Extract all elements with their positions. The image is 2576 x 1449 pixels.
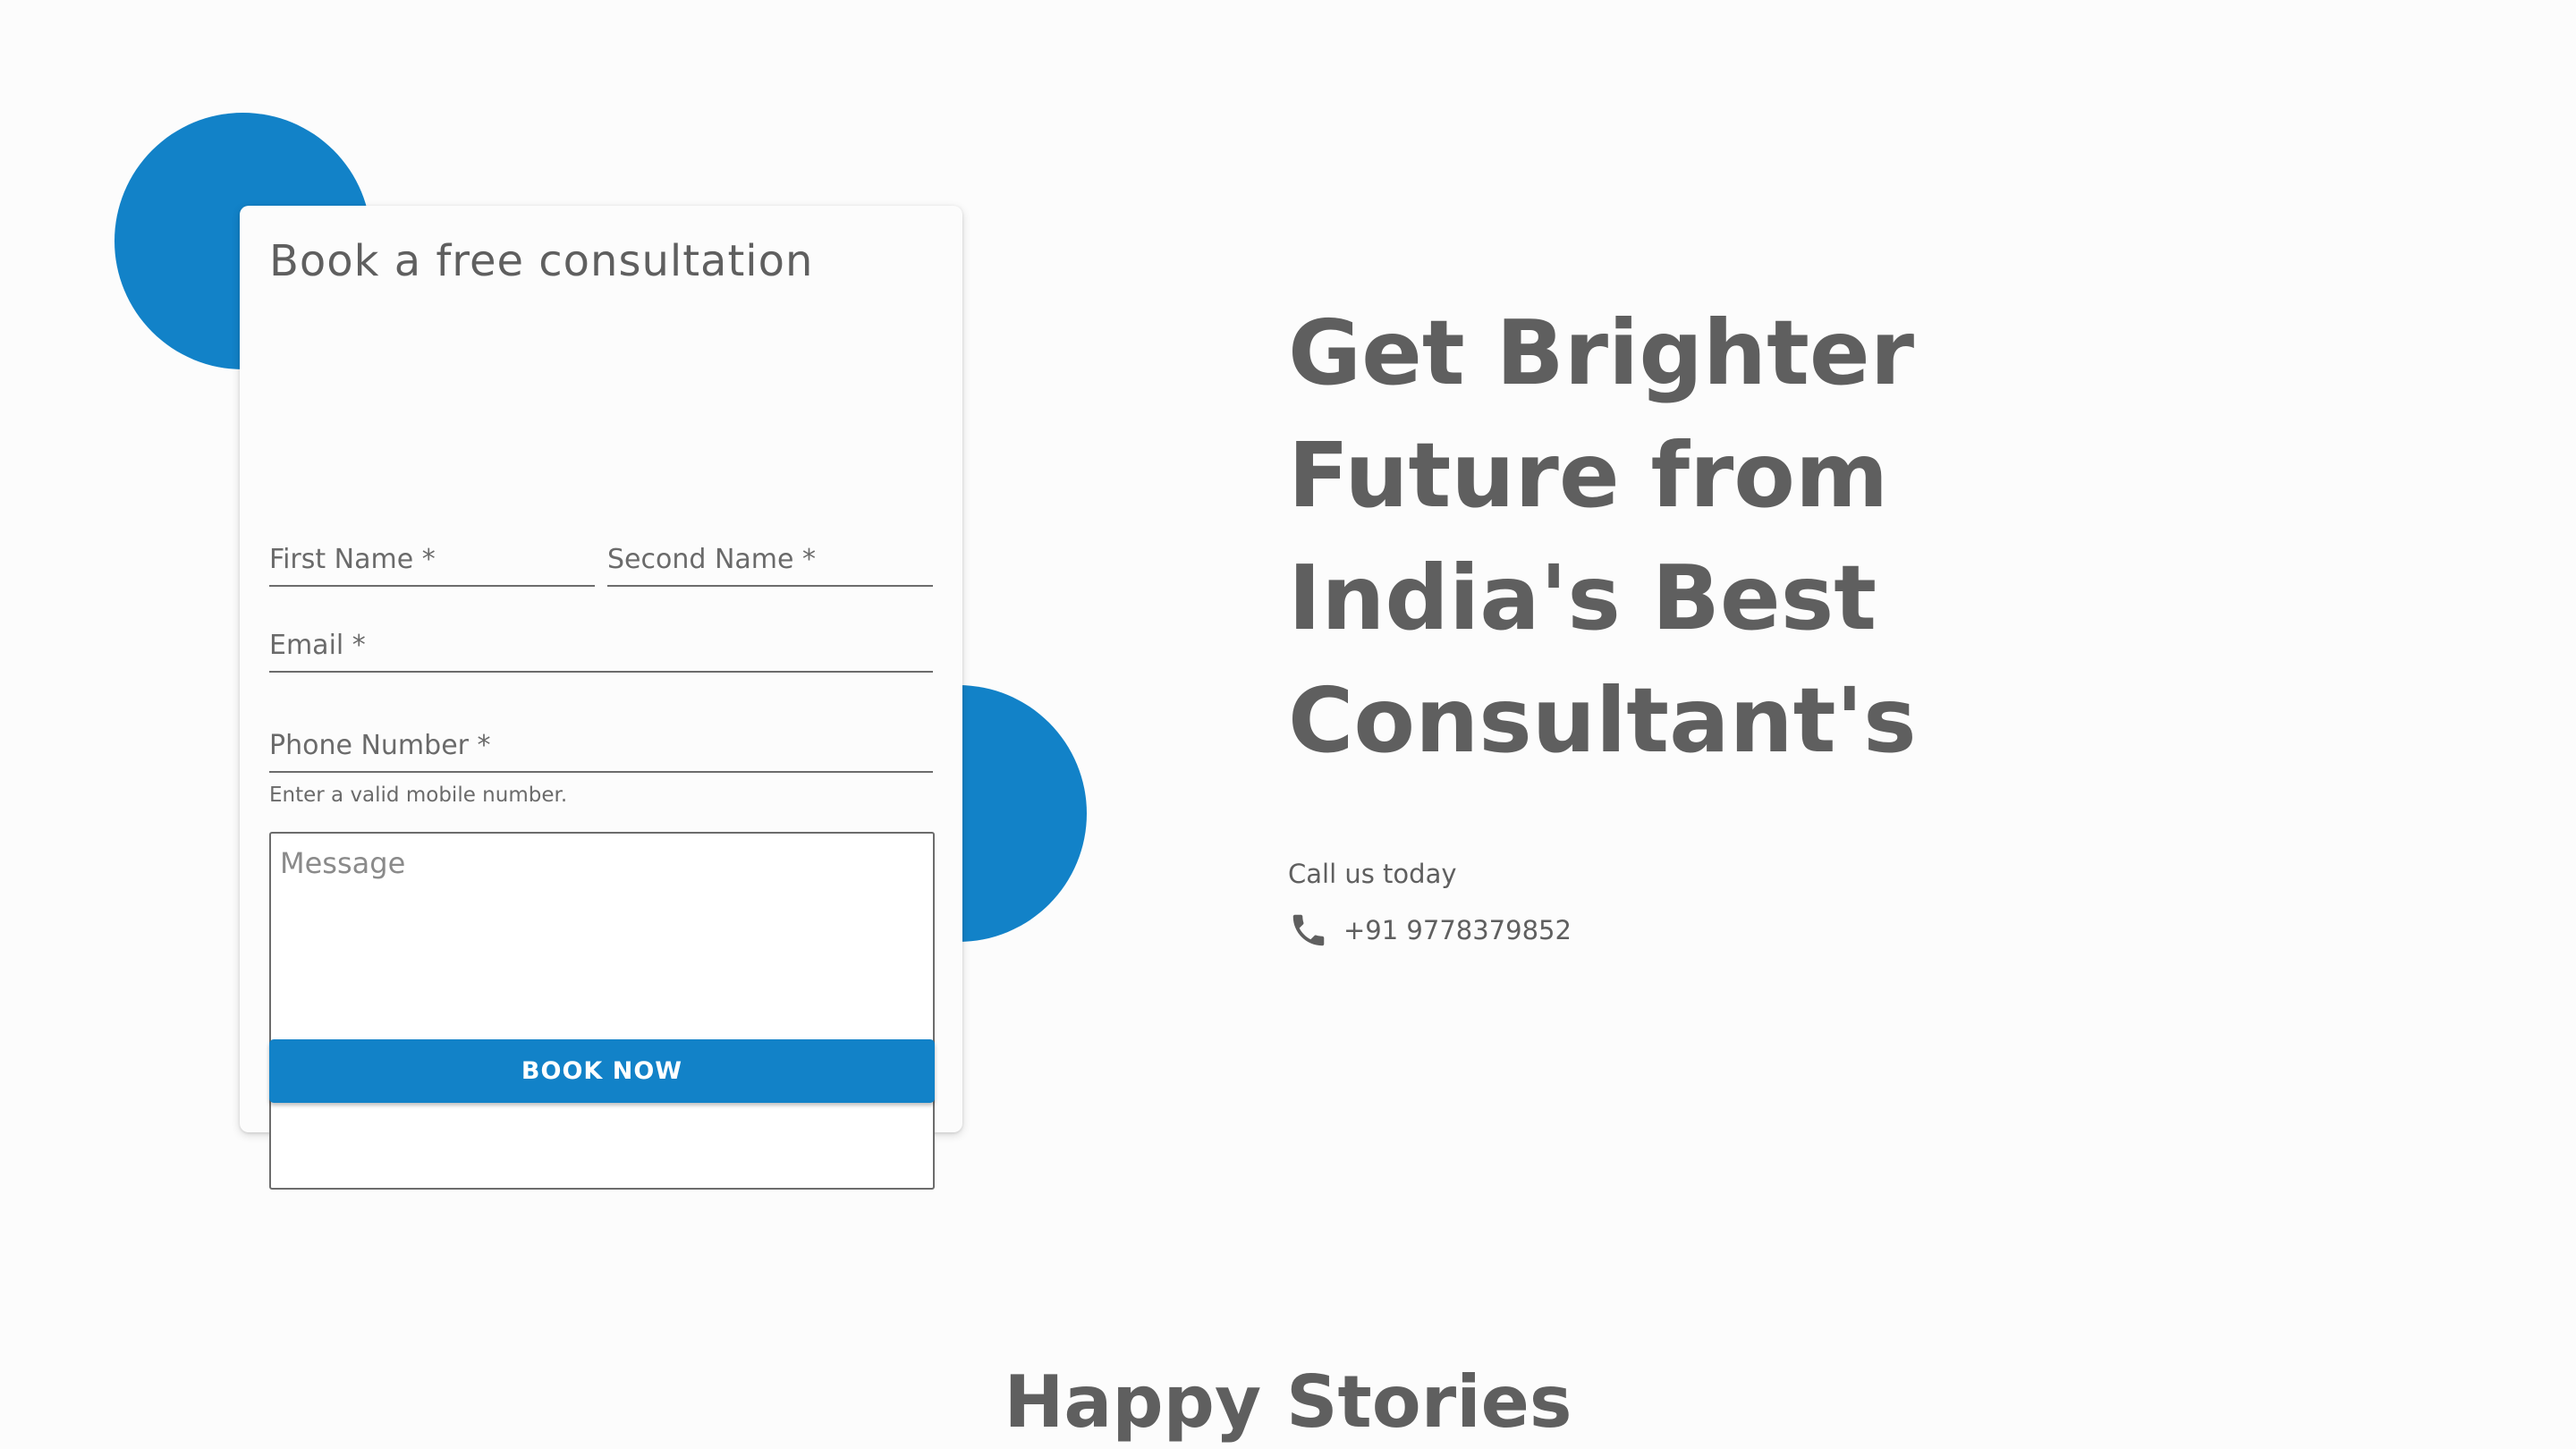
form-title: Book a free consultation <box>269 236 814 286</box>
hero-line: Get Brighter <box>1288 301 1915 405</box>
first-name-field[interactable]: First Name * <box>269 535 595 587</box>
hero-heading: Get Brighter Future from India's Best Co… <box>1288 292 1917 782</box>
second-name-field[interactable]: Second Name * <box>607 535 933 587</box>
consultation-form-card: Book a free consultation First Name * Se… <box>240 206 962 1190</box>
hero-line: Consultant's <box>1288 668 1917 773</box>
email-field[interactable]: Email * <box>269 621 933 673</box>
email-label: Email * <box>269 630 366 661</box>
call-us-label: Call us today <box>1288 859 1457 889</box>
phone-contact[interactable]: +91 9778379852 <box>1288 907 1572 953</box>
hero-line: Future from <box>1288 423 1889 528</box>
second-name-label: Second Name * <box>607 544 816 575</box>
happy-stories-heading: Happy Stories <box>1004 1360 1572 1444</box>
phone-number-text[interactable]: +91 9778379852 <box>1343 915 1572 945</box>
hero-line: India's Best <box>1288 546 1877 650</box>
book-now-button[interactable]: BOOK NOW <box>269 1039 935 1103</box>
phone-number-field[interactable]: Phone Number * <box>269 721 933 773</box>
first-name-label: First Name * <box>269 544 436 575</box>
phone-icon <box>1292 914 1325 946</box>
phone-hint-text: Enter a valid mobile number. <box>269 784 568 807</box>
phone-number-label: Phone Number * <box>269 730 491 761</box>
message-placeholder: Message <box>280 846 406 880</box>
message-textarea[interactable]: Message <box>269 832 935 1190</box>
